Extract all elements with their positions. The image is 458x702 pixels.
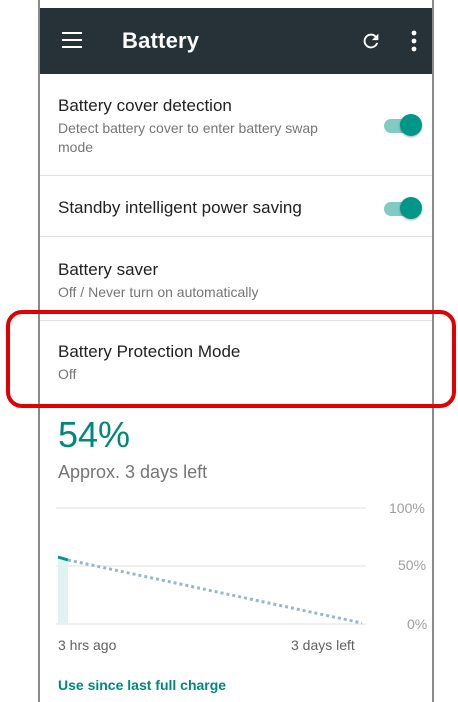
setting-title: Battery cover detection [58, 96, 232, 115]
setting-subtitle: Off / Never turn on automatically [58, 284, 259, 300]
page-title: Battery [122, 28, 200, 53]
setting-title: Standby intelligent power saving [58, 198, 302, 217]
graph-label-100: 100% [389, 500, 425, 516]
setting-subtitle: Detect battery cover to enter battery sw… [58, 120, 318, 155]
setting-title: Battery saver [58, 260, 159, 279]
graph-x-start: 3 hrs ago [58, 637, 117, 653]
graph-x-end: 3 days left [291, 637, 355, 653]
refresh-icon[interactable] [360, 30, 382, 52]
divider [40, 175, 432, 176]
battery-history-fill [58, 558, 68, 624]
setting-battery-cover-detection[interactable]: Battery cover detection Detect battery c… [40, 96, 432, 157]
battery-graph [56, 507, 366, 625]
setting-standby-power-saving[interactable]: Standby intelligent power saving [40, 198, 432, 218]
battery-projection-line [67, 558, 363, 625]
menu-icon[interactable] [62, 32, 82, 48]
app-bar: Battery [40, 8, 432, 74]
battery-percent: 54% [58, 414, 131, 455]
standby-power-saving-toggle[interactable] [382, 195, 422, 221]
graph-label-50: 50% [398, 557, 427, 573]
highlight-box [6, 310, 456, 408]
use-since-link[interactable]: Use since last full charge [58, 677, 226, 693]
divider [40, 236, 432, 237]
battery-cover-toggle[interactable] [382, 112, 422, 138]
setting-battery-saver[interactable]: Battery saver Off / Never turn on automa… [40, 260, 432, 302]
graph-label-0: 0% [407, 616, 428, 632]
battery-time-left: Approx. 3 days left [58, 462, 208, 482]
more-vert-icon[interactable] [406, 28, 422, 54]
